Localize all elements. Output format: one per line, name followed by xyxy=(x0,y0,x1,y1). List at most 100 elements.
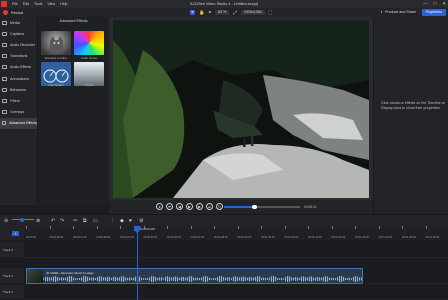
record-screen-icon[interactable]: ● xyxy=(156,203,163,210)
marker-icon[interactable]: ◆ xyxy=(120,218,124,224)
maximize-icon[interactable]: □ xyxy=(434,1,437,7)
undo-icon[interactable]: ↶ xyxy=(51,218,55,224)
split-icon[interactable]: ⋮ xyxy=(110,218,115,224)
properties-hint: Click media or effects on the Timeline o… xyxy=(381,101,445,110)
annotations-icon xyxy=(2,76,7,81)
sidebar-item-label: Annotations xyxy=(10,76,29,81)
share-icon: ⇪ xyxy=(380,9,384,14)
menu-edit[interactable]: Edit xyxy=(23,2,29,6)
sidebar-item-transitions[interactable]: Transitions xyxy=(0,51,37,62)
ruler-tick-label: 00:01:12:00 xyxy=(308,236,322,239)
ruler-tick-label: 00:01:24:00 xyxy=(355,236,369,239)
loop-icon[interactable]: ↻ xyxy=(216,203,223,210)
behaviors-icon xyxy=(2,87,7,92)
video-canvas[interactable] xyxy=(113,20,369,198)
sidebar-item-media[interactable]: Media xyxy=(0,17,37,28)
menu-tools[interactable]: Tools xyxy=(34,2,42,6)
seek-handle[interactable] xyxy=(252,204,257,209)
produce-button[interactable]: ⇪ Produce and Share xyxy=(380,10,416,14)
add-track-button[interactable]: + xyxy=(12,231,19,236)
sidebar-item-label: Behaviors xyxy=(10,87,26,92)
redo-icon[interactable]: ↷ xyxy=(60,218,64,224)
sidebar-item-label: Captions xyxy=(10,31,25,36)
zoom-slider-handle[interactable] xyxy=(20,217,24,222)
step-forward-icon[interactable]: ▶ xyxy=(196,203,203,210)
ruler-tick xyxy=(120,226,121,229)
track-label: Track 1 xyxy=(3,290,13,294)
playhead-time: 00:00:04:05 xyxy=(139,227,155,231)
sidebar-item-label: Advanced Effects xyxy=(9,121,37,126)
app-logo-icon xyxy=(1,1,7,7)
track-header-3[interactable]: Track 3 xyxy=(0,242,24,258)
copy-icon[interactable]: ⧉ xyxy=(83,218,87,224)
track-header-1[interactable]: Track 1 xyxy=(0,284,24,300)
sidebar-item-filters[interactable]: Filters xyxy=(0,95,37,106)
ruler-tick xyxy=(190,226,191,229)
properties-button[interactable]: Properties xyxy=(421,9,446,16)
overlays-icon xyxy=(2,110,7,115)
fullscreen-icon[interactable]: ⛶ xyxy=(269,10,272,15)
step-back-icon[interactable]: ◀ xyxy=(176,203,183,210)
menu-file[interactable]: File xyxy=(12,2,18,6)
fit-icon[interactable]: ⤢ xyxy=(233,10,237,15)
ruler-tick xyxy=(237,226,238,229)
effect-thumb-remove-color[interactable] xyxy=(41,31,71,55)
ruler-tick-label: 00:00:06:00 xyxy=(49,236,64,239)
skip-start-icon[interactable]: ⏮ xyxy=(166,203,173,210)
select-tool-icon[interactable]: ➤ xyxy=(190,10,195,15)
timeline-ruler[interactable]: + 00:00:00 00:00:06:00 00:00:12:00 00:00:18… xyxy=(0,226,448,240)
video-clip[interactable]: 4K FREE - Mountain Stock Footage xyxy=(26,268,363,284)
track-lane-1[interactable] xyxy=(24,284,448,300)
record-button[interactable]: Record xyxy=(3,10,23,15)
track-header-2[interactable]: Track 2 xyxy=(0,268,24,284)
ruler-tick xyxy=(284,226,285,229)
timeline-zoom-slider[interactable] xyxy=(12,217,34,222)
sidebar-item-advanced-effects[interactable]: Advanced Effects xyxy=(0,117,37,129)
title-bar: File Edit Tools View Help ACDSee Video S… xyxy=(0,0,448,8)
menu-view[interactable]: View xyxy=(47,2,55,6)
menu-help[interactable]: Help xyxy=(60,2,67,6)
sidebar-item-behaviors[interactable]: Behaviors xyxy=(0,84,37,95)
sidebar-item-captions[interactable]: Captions xyxy=(0,28,37,39)
cut-icon[interactable]: ✂ xyxy=(73,218,77,224)
sidebar-item-label: Media xyxy=(10,20,20,25)
zoom-out-icon[interactable]: ⊖ xyxy=(4,218,8,224)
resolution-select[interactable]: 1920x1080 xyxy=(240,10,265,15)
sidebar-item-label: Audio Effects xyxy=(10,65,32,70)
skip-end-icon[interactable]: ⏭ xyxy=(206,203,213,210)
ruler-tick-label: 00:01:06:00 xyxy=(284,236,299,239)
zoom-in-icon[interactable]: ⊕ xyxy=(36,218,40,224)
ruler-tick-label: 00:00:24:00 xyxy=(120,236,134,239)
properties-panel: Click media or effects on the Timeline o… xyxy=(373,17,448,214)
pan-tool-icon[interactable]: ✋ xyxy=(199,10,205,16)
play-icon[interactable]: ▶ xyxy=(186,203,193,210)
seek-bar[interactable] xyxy=(224,204,300,209)
close-icon[interactable]: ✕ xyxy=(442,1,446,7)
crop-tool-icon[interactable]: ⌗ xyxy=(209,10,212,15)
favorite-icon[interactable]: ♥ xyxy=(129,218,132,224)
effect-label: City Splash xyxy=(48,83,64,87)
sidebar-item-label: Transitions xyxy=(10,54,28,59)
track-lane-3[interactable] xyxy=(24,242,448,258)
clip-thumbnail xyxy=(27,269,43,283)
audio-effects-icon xyxy=(2,65,7,70)
ruler-tick xyxy=(425,226,426,229)
sidebar-item-overlays[interactable]: Overlays xyxy=(0,107,37,118)
seek-progress xyxy=(224,206,254,208)
effect-thumb-color-curve[interactable] xyxy=(74,31,104,55)
ruler-tick-label: 00:00:36:00 xyxy=(167,236,181,239)
sidebar-item-annotations[interactable]: Annotations xyxy=(0,73,37,84)
landscape-frame xyxy=(113,20,369,198)
sidebar-item-audio-recorder[interactable]: Audio Recorder xyxy=(0,39,37,50)
paste-icon[interactable]: ▭ xyxy=(93,218,98,224)
ruler-tick-label: 00:01:00:00 xyxy=(261,236,275,239)
sidebar-item-audio-effects[interactable]: Audio Effects xyxy=(0,62,37,73)
minimize-icon[interactable]: — xyxy=(423,1,428,7)
ruler-tick xyxy=(378,226,379,229)
zoom-select[interactable]: 83 % xyxy=(215,10,230,15)
settings-icon[interactable]: ⚙ xyxy=(139,218,143,224)
app-window: File Edit Tools View Help ACDSee Video S… xyxy=(0,0,448,300)
advanced-effects-icon xyxy=(2,121,7,126)
sidebar-item-label: Overlays xyxy=(10,110,25,115)
sidebar-item-label: Filters xyxy=(10,98,20,103)
